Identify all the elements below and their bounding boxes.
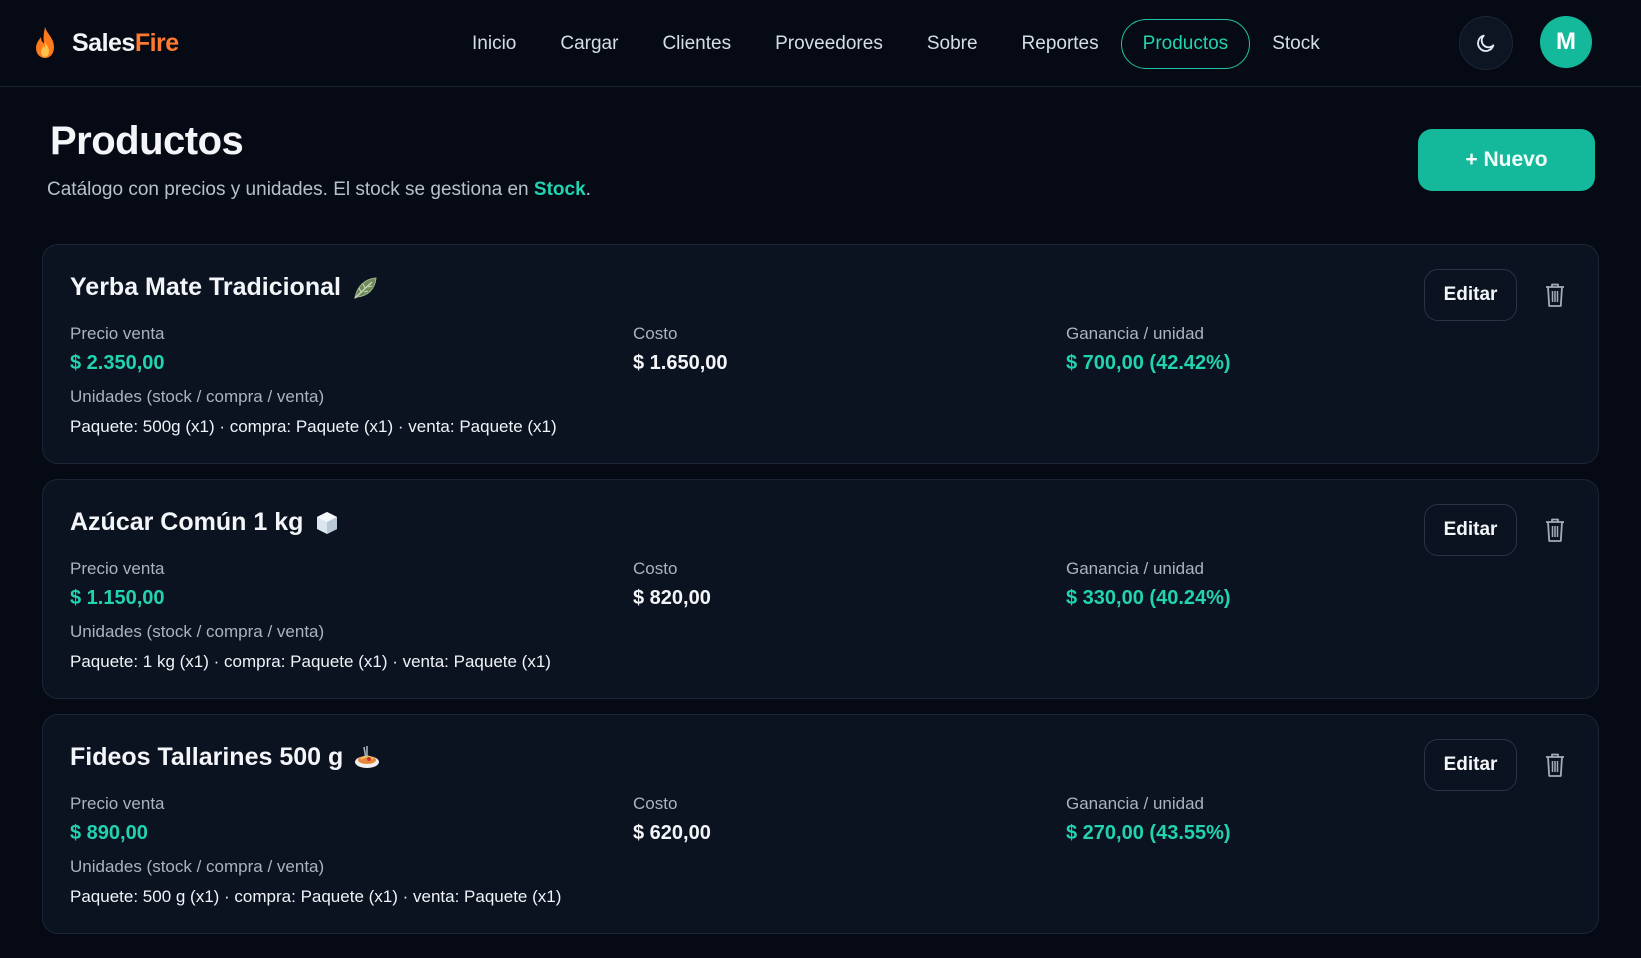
product-title: Azúcar Común 1 kg — [70, 508, 341, 537]
user-avatar[interactable]: M — [1540, 16, 1592, 68]
subtitle-text: Catálogo con precios y unidades. El stoc… — [47, 179, 534, 200]
price-value: $ 1.150,00 — [70, 587, 165, 609]
page-title: Productos — [50, 119, 244, 163]
nav-item-stock[interactable]: Stock — [1250, 19, 1342, 69]
stock-link[interactable]: Stock — [534, 179, 586, 200]
profit-value: $ 700,00 (42.42%) — [1066, 352, 1231, 374]
cost-value: $ 620,00 — [633, 822, 711, 844]
cost-label: Costo — [633, 794, 678, 813]
product-card: Fideos Tallarines 500 g Precio venta $ 8… — [42, 714, 1599, 934]
cost-label: Costo — [633, 324, 678, 343]
page-header: Productos Catálogo con precios y unidade… — [0, 87, 1641, 244]
product-list: Yerba Mate Tradicional Precio venta $ 2.… — [0, 244, 1641, 934]
product-card: Azúcar Común 1 kg Precio venta $ 1.150,0… — [42, 479, 1599, 699]
product-title: Fideos Tallarines 500 g — [70, 743, 381, 772]
units-value: Paquete: 500 g (x1) · compra: Paquete (x… — [70, 887, 562, 906]
units-label: Unidades (stock / compra / venta) — [70, 387, 325, 406]
profit-value: $ 330,00 (40.24%) — [1066, 587, 1231, 609]
edit-button[interactable]: Editar — [1424, 504, 1517, 556]
nav-item-clientes[interactable]: Clientes — [640, 19, 753, 69]
moon-icon — [1477, 34, 1495, 52]
new-product-button[interactable]: + Nuevo — [1418, 129, 1595, 191]
nav-item-productos[interactable]: Productos — [1120, 18, 1251, 69]
profit-label: Ganancia / unidad — [1066, 559, 1204, 578]
edit-button[interactable]: Editar — [1424, 739, 1517, 791]
units-label: Unidades (stock / compra / venta) — [70, 622, 325, 641]
price-label: Precio venta — [70, 794, 165, 813]
theme-toggle-button[interactable] — [1459, 16, 1513, 70]
product-card: Yerba Mate Tradicional Precio venta $ 2.… — [42, 244, 1599, 464]
ice-cube-icon — [317, 511, 338, 534]
units-value: Paquete: 1 kg (x1) · compra: Paquete (x1… — [70, 652, 551, 671]
cost-label: Costo — [633, 559, 678, 578]
profit-label: Ganancia / unidad — [1066, 794, 1204, 813]
trash-icon[interactable] — [1543, 752, 1567, 778]
main-nav: Inicio Cargar Clientes Proveedores Sobre… — [450, 0, 1342, 87]
units-label: Unidades (stock / compra / venta) — [70, 857, 325, 876]
price-label: Precio venta — [70, 324, 165, 343]
leaf-icon — [354, 276, 377, 299]
page-subtitle: Catálogo con precios y unidades. El stoc… — [47, 179, 591, 201]
brand-logo[interactable]: SalesFire — [32, 26, 179, 60]
top-navigation-bar: SalesFire Inicio Cargar Clientes Proveed… — [0, 0, 1641, 87]
price-value: $ 890,00 — [70, 822, 148, 844]
nav-item-cargar[interactable]: Cargar — [538, 19, 640, 69]
nav-item-sobre[interactable]: Sobre — [905, 19, 1000, 69]
price-value: $ 2.350,00 — [70, 352, 165, 374]
units-value: Paquete: 500g (x1) · compra: Paquete (x1… — [70, 417, 557, 436]
nav-item-inicio[interactable]: Inicio — [450, 19, 538, 69]
product-name: Yerba Mate Tradicional — [70, 273, 341, 301]
nav-item-proveedores[interactable]: Proveedores — [753, 19, 905, 69]
edit-button[interactable]: Editar — [1424, 269, 1517, 321]
brand-name: SalesFire — [72, 29, 179, 58]
cost-value: $ 820,00 — [633, 587, 711, 609]
subtitle-period: . — [585, 179, 591, 200]
trash-icon[interactable] — [1543, 282, 1567, 308]
flame-icon — [36, 27, 54, 58]
brand-name-sales: Sales — [72, 28, 135, 57]
price-label: Precio venta — [70, 559, 165, 578]
cost-value: $ 1.650,00 — [633, 352, 728, 374]
spaghetti-icon — [355, 745, 380, 768]
brand-name-fire: Fire — [134, 28, 179, 57]
trash-icon[interactable] — [1543, 517, 1567, 543]
product-name: Fideos Tallarines 500 g — [70, 743, 344, 771]
product-title: Yerba Mate Tradicional — [70, 273, 379, 302]
profit-value: $ 270,00 (43.55%) — [1066, 822, 1231, 844]
product-name: Azúcar Común 1 kg — [70, 508, 304, 536]
profit-label: Ganancia / unidad — [1066, 324, 1204, 343]
nav-item-reportes[interactable]: Reportes — [1000, 19, 1121, 69]
